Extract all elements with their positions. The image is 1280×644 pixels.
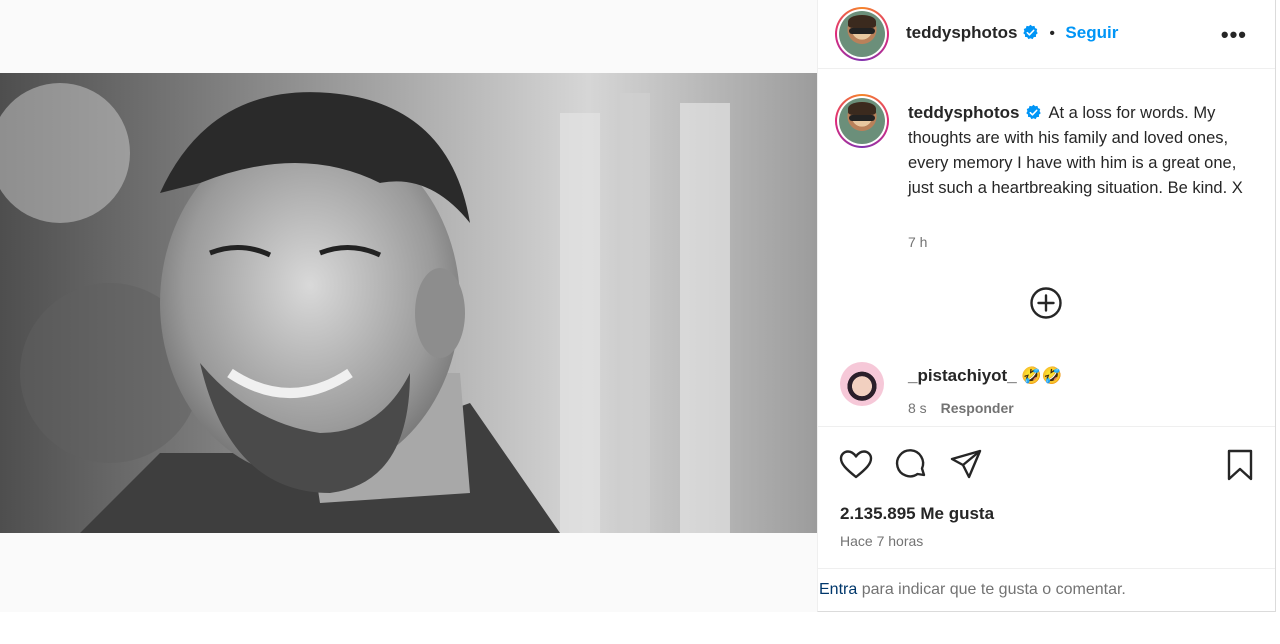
bookmark-icon[interactable]	[1222, 447, 1258, 483]
comment: _pistachiyot_ 🤣🤣	[908, 366, 1062, 386]
comment-text: 🤣🤣	[1021, 367, 1063, 385]
verified-badge-icon	[1023, 24, 1038, 40]
login-prompt: Entra para indicar que te gusta o coment…	[818, 568, 1275, 612]
post-caption: teddysphotos At a loss for words. My tho…	[908, 100, 1248, 201]
heart-icon[interactable]	[838, 447, 874, 483]
commenter-username[interactable]: _pistachiyot_	[908, 366, 1017, 385]
comments-area: teddysphotos At a loss for words. My tho…	[818, 70, 1275, 426]
share-icon[interactable]	[948, 447, 984, 483]
post-photo[interactable]	[0, 73, 817, 533]
comment-meta: 8 s Responder	[908, 400, 1014, 416]
author-avatar[interactable]	[835, 7, 889, 61]
header-meta: teddysphotos • Seguir	[906, 23, 1118, 43]
verified-badge-icon	[1026, 104, 1042, 120]
more-options-icon[interactable]: •••	[1221, 22, 1247, 48]
likes-count[interactable]: 2.135.895 Me gusta	[840, 504, 994, 524]
media-pane	[0, 0, 817, 612]
comment-icon[interactable]	[893, 447, 929, 483]
login-prompt-text: para indicar que te gusta o comentar.	[857, 581, 1126, 598]
load-more-comments-icon[interactable]	[1029, 286, 1063, 320]
follow-button[interactable]: Seguir	[1065, 23, 1118, 42]
post-side-panel: teddysphotos • Seguir ••• teddysphotos A…	[817, 0, 1276, 612]
login-link[interactable]: Entra	[819, 581, 857, 598]
header-separator: •	[1049, 25, 1055, 42]
caption-username[interactable]: teddysphotos	[908, 103, 1019, 122]
commenter-avatar[interactable]	[840, 362, 884, 406]
instagram-post-view: teddysphotos • Seguir ••• teddysphotos A…	[0, 0, 1280, 644]
author-username[interactable]: teddysphotos	[906, 23, 1017, 42]
comment-timestamp[interactable]: 8 s	[908, 400, 927, 416]
post-actions: 2.135.895 Me gusta Hace 7 horas	[818, 426, 1275, 568]
reply-button[interactable]: Responder	[941, 400, 1014, 416]
caption-author-avatar[interactable]	[835, 94, 889, 148]
post-header: teddysphotos • Seguir •••	[818, 0, 1275, 69]
post-timestamp[interactable]: Hace 7 horas	[840, 533, 923, 549]
caption-timestamp[interactable]: 7 h	[908, 234, 927, 250]
